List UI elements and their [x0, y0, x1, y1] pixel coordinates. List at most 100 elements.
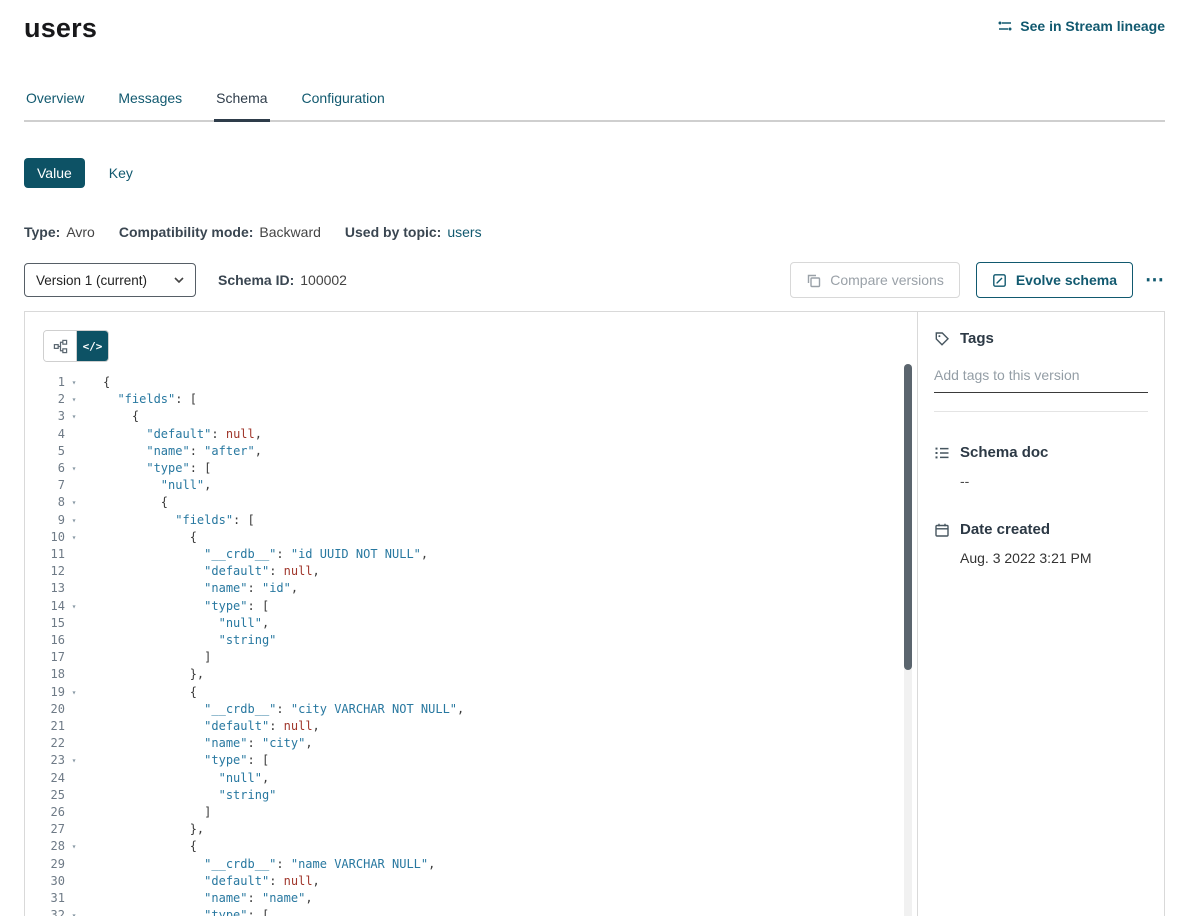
- more-options-button[interactable]: ⋯: [1145, 271, 1165, 290]
- fold-spacer: [65, 563, 83, 580]
- code-line: 22 "name": "city",: [43, 735, 917, 752]
- line-number: 27: [43, 821, 65, 838]
- code-line: 10▾ {: [43, 529, 917, 546]
- code-line: 32▾ "type": [: [43, 907, 917, 916]
- code-text: "null",: [103, 477, 211, 494]
- code-line: 5 "name": "after",: [43, 443, 917, 460]
- stream-lineage-icon: [997, 18, 1013, 34]
- topic-link[interactable]: users: [447, 224, 481, 240]
- date-created-heading: Date created: [934, 521, 1148, 538]
- calendar-icon: [934, 522, 950, 538]
- line-number: 26: [43, 804, 65, 821]
- version-select[interactable]: Version 1 (current): [24, 263, 196, 297]
- editor-view-toggle: </>: [43, 330, 109, 362]
- code-text: {: [103, 838, 197, 855]
- line-number: 19: [43, 684, 65, 701]
- line-number: 17: [43, 649, 65, 666]
- fold-spacer: [65, 666, 83, 683]
- compare-versions-button[interactable]: Compare versions: [790, 262, 960, 298]
- line-number: 15: [43, 615, 65, 632]
- line-number: 7: [43, 477, 65, 494]
- value-toggle-button[interactable]: Value: [24, 158, 85, 188]
- fold-spacer: [65, 787, 83, 804]
- tab-messages[interactable]: Messages: [116, 90, 184, 122]
- chevron-down-icon: [174, 277, 184, 283]
- code-text: "__crdb__": "id UUID NOT NULL",: [103, 546, 428, 563]
- fold-toggle-icon[interactable]: ▾: [65, 752, 83, 769]
- code-text: {: [103, 408, 139, 425]
- stream-lineage-link[interactable]: See in Stream lineage: [997, 18, 1165, 34]
- add-tags-input[interactable]: [934, 361, 1148, 393]
- key-toggle-button[interactable]: Key: [103, 158, 139, 188]
- schema-doc-heading: Schema doc: [934, 444, 1148, 461]
- line-number: 3: [43, 408, 65, 425]
- line-number: 14: [43, 598, 65, 615]
- fold-spacer: [65, 718, 83, 735]
- fold-toggle-icon[interactable]: ▾: [65, 494, 83, 511]
- fold-toggle-icon[interactable]: ▾: [65, 374, 83, 391]
- stream-lineage-label: See in Stream lineage: [1020, 18, 1165, 34]
- code-text: "name": "after",: [103, 443, 262, 460]
- code-text: "__crdb__": "city VARCHAR NOT NULL",: [103, 701, 464, 718]
- tab-schema[interactable]: Schema: [214, 90, 269, 122]
- code-line: 19▾ {: [43, 684, 917, 701]
- compare-icon: [806, 273, 821, 288]
- fold-toggle-icon[interactable]: ▾: [65, 598, 83, 615]
- line-number: 10: [43, 529, 65, 546]
- code-text: "default": null,: [103, 563, 320, 580]
- line-number: 32: [43, 907, 65, 916]
- fold-toggle-icon[interactable]: ▾: [65, 391, 83, 408]
- code-text: "string": [103, 632, 276, 649]
- edit-schema-icon: [992, 273, 1007, 288]
- ellipsis-icon: ⋯: [1145, 270, 1165, 291]
- line-number: 6: [43, 460, 65, 477]
- scrollbar-thumb[interactable]: [904, 364, 912, 670]
- fold-toggle-icon[interactable]: ▾: [65, 907, 83, 916]
- code-line: 15 "null",: [43, 615, 917, 632]
- code-view-button[interactable]: </>: [76, 331, 108, 361]
- code-line: 11 "__crdb__": "id UUID NOT NULL",: [43, 546, 917, 563]
- code-line: 9▾ "fields": [: [43, 512, 917, 529]
- code-text: {: [103, 494, 168, 511]
- schema-doc-heading-label: Schema doc: [960, 444, 1048, 461]
- tree-view-button[interactable]: [44, 331, 76, 361]
- fold-spacer: [65, 632, 83, 649]
- line-number: 9: [43, 512, 65, 529]
- schema-meta: Type: Avro Compatibility mode: Backward …: [24, 224, 1165, 240]
- tab-configuration[interactable]: Configuration: [300, 90, 387, 122]
- code-line: 14▾ "type": [: [43, 598, 917, 615]
- code-text: {: [103, 684, 197, 701]
- header: users See in Stream lineage: [24, 0, 1165, 46]
- line-number: 1: [43, 374, 65, 391]
- fold-toggle-icon[interactable]: ▾: [65, 838, 83, 855]
- compatibility-value: Backward: [259, 224, 320, 240]
- code-line: 2▾ "fields": [: [43, 391, 917, 408]
- tab-overview[interactable]: Overview: [24, 90, 86, 122]
- evolve-schema-button[interactable]: Evolve schema: [976, 262, 1133, 298]
- fold-spacer: [65, 804, 83, 821]
- schema-doc-section: Schema doc --: [934, 444, 1148, 489]
- fold-toggle-icon[interactable]: ▾: [65, 684, 83, 701]
- line-number: 30: [43, 873, 65, 890]
- schema-id-value: 100002: [300, 272, 347, 288]
- line-number: 18: [43, 666, 65, 683]
- code-line: 17 ]: [43, 649, 917, 666]
- code-line: 29 "__crdb__": "name VARCHAR NULL",: [43, 856, 917, 873]
- code-line: 23▾ "type": [: [43, 752, 917, 769]
- code-text: "type": [: [103, 460, 211, 477]
- code-text: {: [103, 374, 110, 391]
- code-scrollbar[interactable]: [904, 364, 912, 916]
- code-line: 28▾ {: [43, 838, 917, 855]
- fold-toggle-icon[interactable]: ▾: [65, 460, 83, 477]
- code-line: 1▾ {: [43, 374, 917, 391]
- schema-id-label: Schema ID:: [218, 272, 294, 288]
- fold-toggle-icon[interactable]: ▾: [65, 408, 83, 425]
- fold-toggle-icon[interactable]: ▾: [65, 529, 83, 546]
- fold-toggle-icon[interactable]: ▾: [65, 512, 83, 529]
- code-line: 20 "__crdb__": "city VARCHAR NOT NULL",: [43, 701, 917, 718]
- code-line: 7 "null",: [43, 477, 917, 494]
- type-label: Type:: [24, 224, 60, 240]
- code-text: },: [103, 821, 204, 838]
- code-line: 25 "string": [43, 787, 917, 804]
- code-text: "default": null,: [103, 718, 320, 735]
